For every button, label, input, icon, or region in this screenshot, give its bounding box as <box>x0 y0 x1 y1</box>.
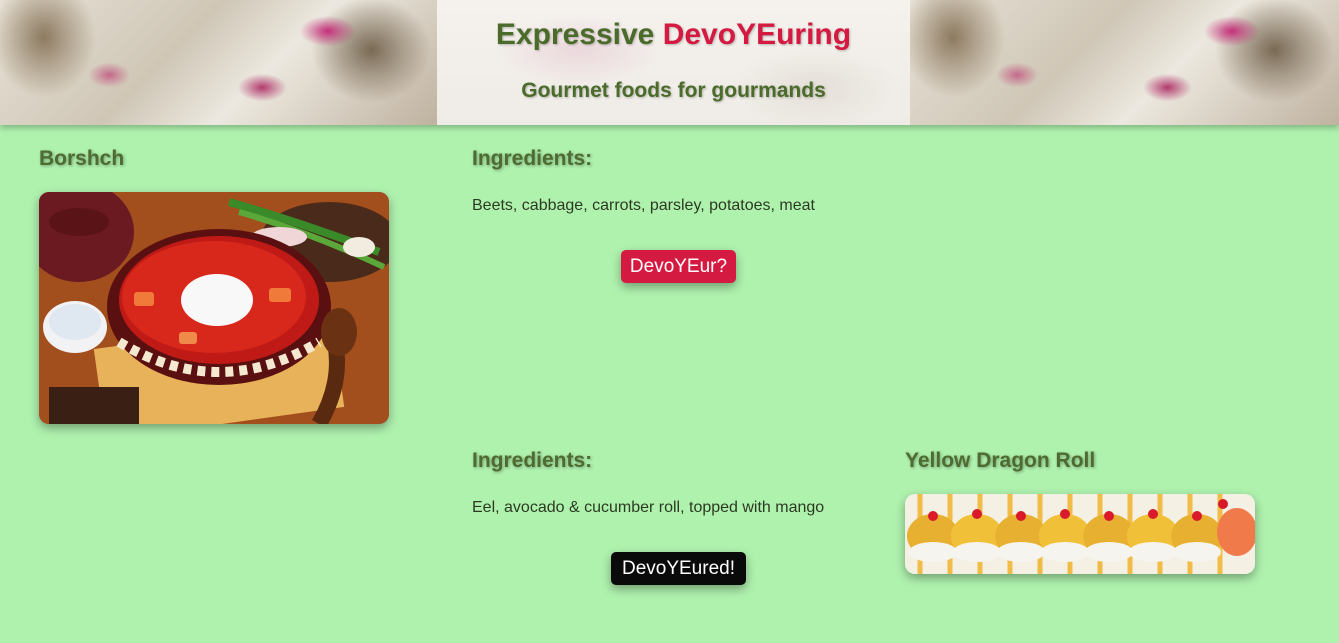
sushi-roll-illustration <box>905 494 1255 574</box>
ingredients-list: Eel, avocado & cucumber roll, topped wit… <box>472 499 825 516</box>
header-banner-photo-left <box>0 0 437 125</box>
devoyeur-button[interactable]: DevoYEur? <box>621 250 736 283</box>
site-title-main: Expressive <box>495 18 663 51</box>
ingredients-list: Beets, cabbage, carrots, parsley, potato… <box>472 197 815 214</box>
devoyeured-button[interactable]: DevoYEured! <box>611 552 746 585</box>
site-title: Expressive DevoYEuring <box>437 18 910 52</box>
site-header: Expressive DevoYEuring Gourmet foods for… <box>0 0 1339 125</box>
ingredients-heading: Ingredients: <box>472 449 593 472</box>
dish-title: Borshch <box>39 147 125 170</box>
ingredients-heading: Ingredients: <box>472 147 593 170</box>
header-title-panel: Expressive DevoYEuring Gourmet foods for… <box>437 0 910 125</box>
borshch-photo <box>39 192 389 424</box>
borshch-illustration <box>39 192 389 424</box>
sushi-roll-photo <box>905 494 1255 574</box>
dish-title: Yellow Dragon Roll <box>905 449 1096 472</box>
header-banner-photo-right <box>910 0 1339 125</box>
site-subtitle: Gourmet foods for gourmands <box>521 79 826 102</box>
site-title-accent: DevoYEuring <box>662 18 852 51</box>
